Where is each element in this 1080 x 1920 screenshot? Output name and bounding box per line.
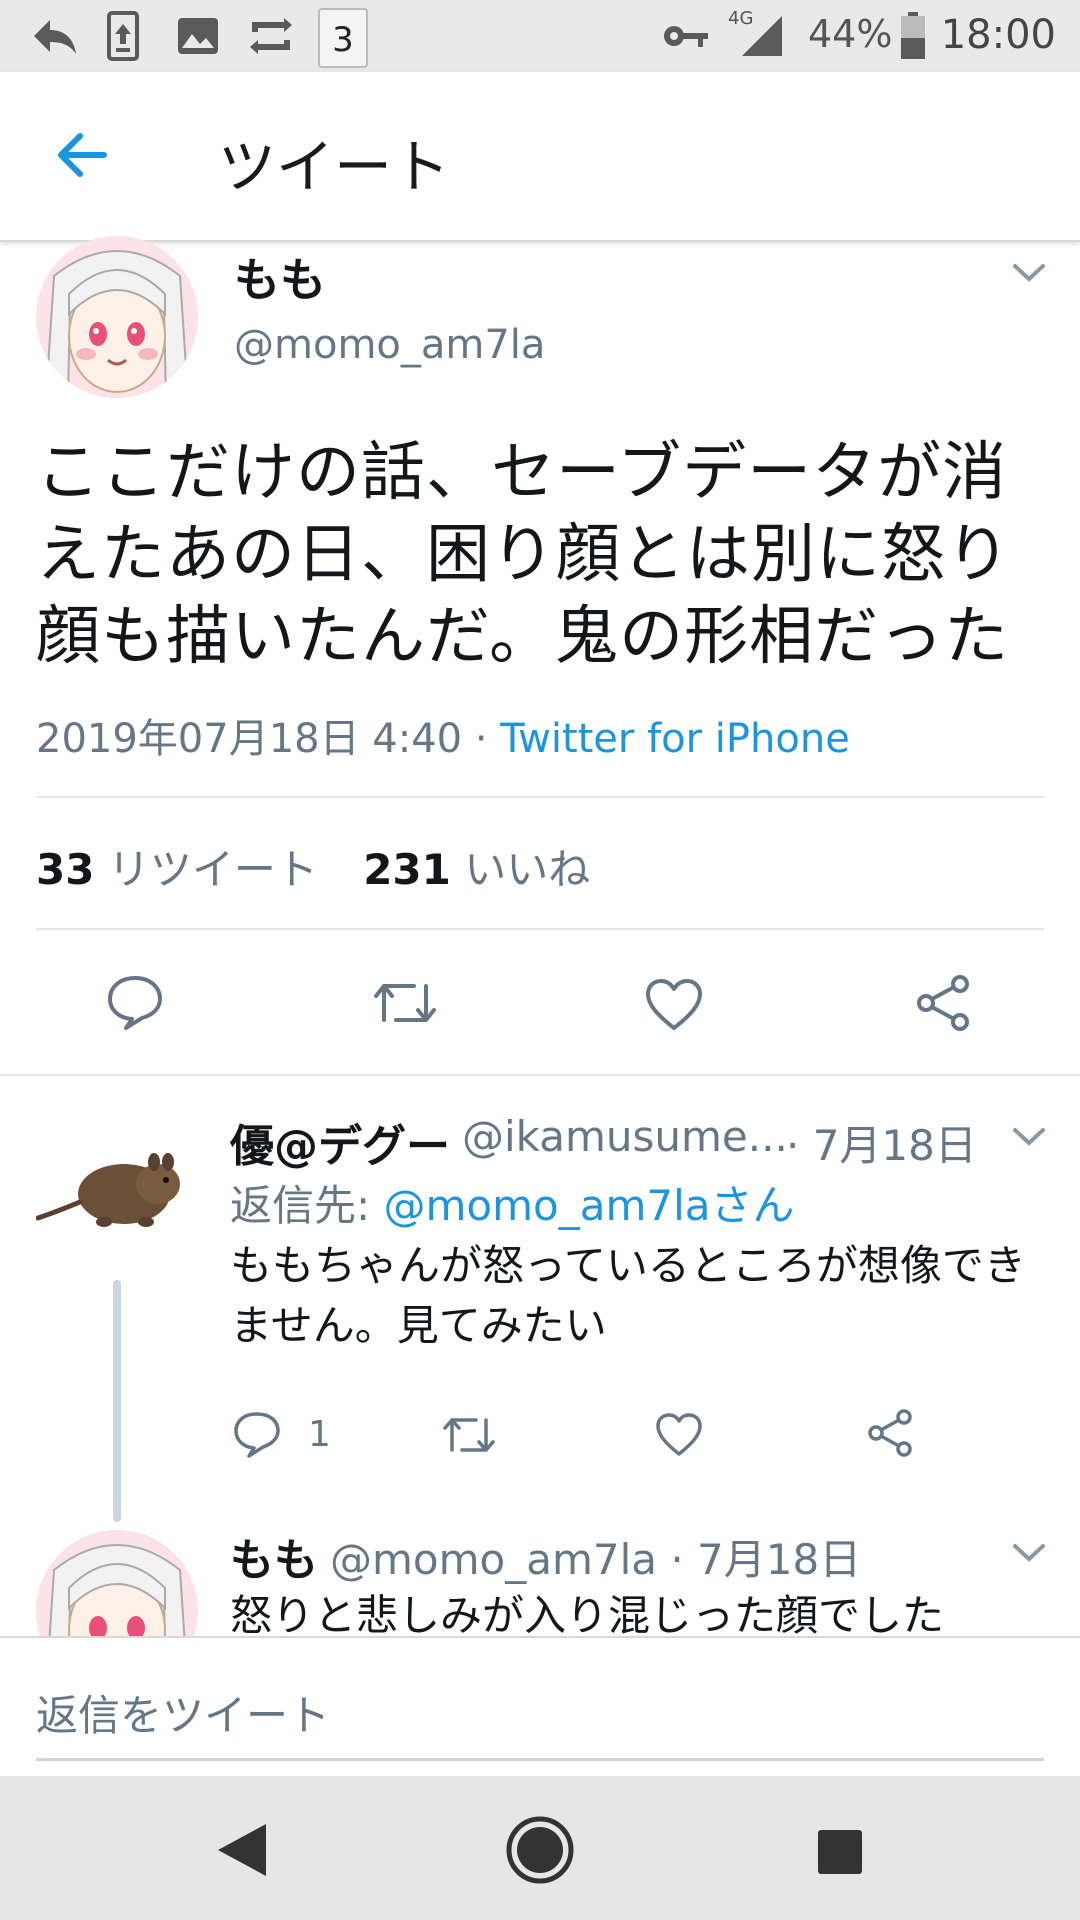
tweet-source-link[interactable]: Twitter for iPhone — [500, 716, 850, 762]
retweet-label: リツイート — [107, 845, 318, 894]
comment-icon[interactable] — [106, 974, 164, 1030]
reply-to: 返信先: @momo_am7laさん — [230, 1172, 795, 1233]
battery-percent: 44% — [808, 12, 893, 56]
back-triangle-icon[interactable] — [214, 1820, 270, 1880]
author-handle[interactable]: @momo_am7la — [234, 322, 545, 368]
reply-author-name[interactable]: もも — [230, 1524, 318, 1588]
compose-underline — [36, 1758, 1044, 1761]
divider — [36, 928, 1044, 930]
reply-author-handle[interactable]: @ikamusume... — [462, 1112, 788, 1161]
status-time: 18:00 — [940, 12, 1056, 58]
home-circle-icon[interactable] — [504, 1814, 576, 1886]
heart-icon[interactable] — [654, 1412, 704, 1458]
reply-arrow-status-icon — [34, 20, 76, 54]
heart-icon[interactable] — [644, 978, 704, 1032]
like-count: 231 — [363, 845, 451, 894]
image-icon — [178, 18, 218, 54]
tweet-timestamp: 2019年07月18日 4:40 — [36, 716, 463, 762]
signal-icon — [742, 16, 782, 56]
notification-3-icon: 3 — [318, 8, 368, 68]
reply-count: 1 — [308, 1414, 331, 1455]
author-name[interactable]: もも — [234, 244, 326, 310]
divider — [0, 1074, 1080, 1076]
status-bar: 3 4G 44% 18:00 — [0, 0, 1080, 72]
reply-to-mention[interactable]: @momo_am7laさん — [384, 1181, 795, 1230]
reply-author-name[interactable]: 優@デグー — [230, 1110, 450, 1174]
tweet-text: ここだけの話、セーブデータが消えたあの日、困り顔とは別に怒り顔も描いたんだ。鬼の… — [36, 436, 1011, 674]
compose-area: 返信をツイート — [0, 1636, 1080, 1778]
likes-stat[interactable]: 231 いいね — [363, 845, 590, 894]
share-icon[interactable] — [914, 974, 974, 1032]
battery-icon — [901, 12, 925, 59]
retweet-icon[interactable] — [370, 976, 440, 1030]
reply-text: 怒りと悲しみが入り混じった顔でした — [230, 1591, 945, 1640]
share-icon[interactable] — [866, 1408, 916, 1458]
page-title: ツイート — [218, 133, 451, 201]
chevron-down-icon[interactable] — [1012, 262, 1046, 284]
upload-icon — [107, 11, 139, 61]
retweet-count: 33 — [36, 845, 95, 894]
author-avatar[interactable] — [36, 236, 198, 398]
meta-separator: · — [474, 716, 488, 762]
thread-line — [113, 1280, 121, 1522]
app-bar: ツイート — [0, 72, 1080, 242]
chevron-down-icon[interactable] — [1012, 1542, 1046, 1564]
retweets-stat[interactable]: 33 リツイート — [36, 845, 318, 894]
key-icon — [664, 26, 708, 47]
divider — [36, 796, 1044, 798]
chevron-down-icon[interactable] — [1012, 1126, 1046, 1148]
anime-girl-avatar-icon — [36, 236, 198, 398]
reply-to-prefix: 返信先: — [230, 1181, 384, 1230]
sync-icon — [250, 18, 292, 54]
reply-date: · 7月18日 — [786, 1121, 977, 1170]
reply-author-handle[interactable]: @momo_am7la · 7月18日 — [330, 1526, 861, 1587]
system-nav-bar — [0, 1776, 1080, 1920]
tweet-meta: 2019年07月18日 4:40 · Twitter for iPhone — [36, 706, 850, 764]
recents-square-icon[interactable] — [816, 1828, 864, 1876]
retweet-icon[interactable] — [440, 1412, 498, 1458]
back-arrow-icon[interactable] — [56, 132, 108, 178]
reply-compose-input[interactable]: 返信をツイート — [36, 1682, 330, 1743]
degu-avatar-icon[interactable] — [36, 1132, 186, 1242]
comment-icon[interactable] — [232, 1410, 282, 1458]
tweet-stats: 33 リツイート 231 いいね — [36, 836, 590, 897]
like-label: いいね — [464, 845, 591, 894]
reply-text: ももちゃんが怒っているところが想像できません。見てみたい — [230, 1241, 1026, 1350]
